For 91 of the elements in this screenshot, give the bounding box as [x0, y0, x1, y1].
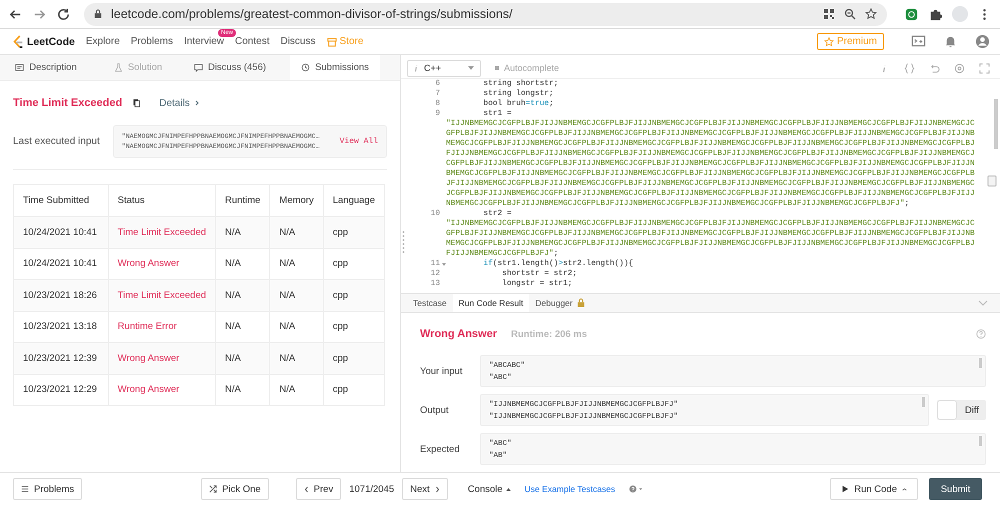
account-icon[interactable]: [975, 34, 990, 49]
table-cell: 10/23/2021 12:39: [14, 342, 108, 374]
qr-code-icon[interactable]: [823, 8, 835, 20]
language-select[interactable]: C++: [407, 60, 481, 77]
store-icon: [326, 36, 336, 46]
page-counter: 1071/2045: [349, 484, 394, 494]
panel-tab[interactable]: Discuss (456): [184, 55, 276, 80]
table-cell: 10/23/2021 18:26: [14, 280, 108, 311]
settings-icon[interactable]: [954, 62, 965, 74]
status-link[interactable]: Time Limit Exceeded: [108, 216, 216, 248]
zoom-icon[interactable]: [844, 8, 856, 20]
run-code-button[interactable]: Run Code: [830, 478, 918, 500]
help-icon[interactable]: [629, 485, 644, 493]
details-link[interactable]: Details: [159, 98, 190, 108]
nav-link[interactable]: Explore: [86, 36, 120, 47]
chevron-right-icon: [434, 486, 440, 492]
chat-icon: [194, 63, 203, 72]
table-cell: N/A: [216, 280, 270, 311]
table-cell: N/A: [270, 280, 324, 311]
playground-icon[interactable]: [911, 34, 926, 49]
table-cell: N/A: [270, 342, 324, 374]
nav-link[interactable]: Contest: [235, 36, 270, 47]
nav-link[interactable]: Interview: [184, 36, 224, 47]
status-link[interactable]: Wrong Answer: [108, 342, 216, 374]
chevron-up-icon: [902, 486, 907, 492]
panel-tab[interactable]: Description: [0, 55, 92, 80]
fold-caret-icon[interactable]: [442, 262, 446, 266]
table-cell: N/A: [216, 374, 270, 406]
star-icon: [824, 36, 834, 46]
nav-link[interactable]: Discuss: [280, 36, 316, 47]
view-all-link[interactable]: View All: [340, 137, 378, 146]
table-cell: cpp: [323, 342, 384, 374]
nav-link[interactable]: Problems: [130, 36, 173, 47]
table-cell: cpp: [323, 216, 384, 248]
url-text: leetcode.com/problems/greatest-common-divisor-of-strings/submissions/: [111, 7, 514, 21]
info-icon: [414, 64, 418, 72]
bell-icon[interactable]: [943, 34, 958, 49]
caret-icon: [506, 488, 511, 490]
panel-tab[interactable]: Submissions: [290, 55, 380, 80]
caret-icon: [468, 66, 474, 70]
submit-button[interactable]: Submit: [929, 478, 982, 500]
help-icon[interactable]: [976, 329, 986, 339]
table-cell: N/A: [216, 216, 270, 248]
console-tab[interactable]: Testcase: [407, 294, 453, 312]
table-cell: 10/24/2021 10:41: [14, 216, 108, 248]
logo-text[interactable]: LeetCode: [27, 36, 75, 48]
star-icon[interactable]: [865, 8, 877, 20]
console-tab[interactable]: Debugger: [529, 294, 591, 312]
input-label: Last executed input: [13, 136, 100, 147]
lock-icon: [576, 298, 585, 308]
chevron-left-icon: [304, 486, 309, 492]
reset-icon[interactable]: [929, 62, 940, 74]
field-label: Output: [420, 404, 450, 416]
reload-icon[interactable]: [56, 6, 71, 22]
table-cell: 10/23/2021 12:29: [14, 374, 108, 406]
field-label: Your input: [420, 366, 464, 376]
copy-icon[interactable]: [132, 98, 142, 108]
table-cell: cpp: [323, 374, 384, 406]
status-link[interactable]: Time Limit Exceeded: [108, 280, 216, 311]
submission-status: Time Limit Exceeded: [13, 97, 122, 109]
address-bar[interactable]: leetcode.com/problems/greatest-common-divisor-of-strings/submissions/: [84, 2, 887, 26]
table-cell: N/A: [216, 342, 270, 374]
next-button[interactable]: Next: [402, 478, 448, 500]
pick-one-button[interactable]: Pick One: [201, 478, 269, 500]
logo-icon[interactable]: [12, 34, 24, 48]
shuffle-icon: [209, 485, 218, 493]
field-label: Expected: [420, 444, 461, 454]
document-icon: [15, 63, 24, 72]
chevron-icon[interactable]: [194, 100, 199, 106]
console-button[interactable]: Console: [468, 484, 511, 494]
status-link[interactable]: Wrong Answer: [108, 374, 216, 406]
clock-icon: [301, 63, 310, 72]
extension-icon[interactable]: [904, 6, 919, 22]
column-header: Time Submitted: [14, 184, 108, 216]
table-cell: N/A: [270, 374, 324, 406]
prev-button[interactable]: Prev: [296, 478, 342, 500]
scrollbar[interactable]: [994, 99, 998, 150]
runtime-text: Runtime: 206 ms: [511, 328, 588, 340]
use-example-testcases-link[interactable]: Use Example Testcases: [524, 484, 616, 494]
lock-icon: [94, 9, 102, 19]
list-icon: [21, 485, 29, 493]
table-cell: N/A: [270, 216, 324, 248]
problems-button[interactable]: Problems: [13, 478, 82, 500]
diff-toggle[interactable]: Diff: [937, 400, 986, 420]
flask-icon: [114, 63, 123, 72]
braces-icon[interactable]: [904, 62, 915, 74]
table-cell: cpp: [323, 280, 384, 311]
play-icon: [841, 485, 850, 493]
result-status: Wrong Answer: [420, 328, 498, 340]
console-tab[interactable]: Run Code Result: [452, 294, 530, 312]
fullscreen-icon[interactable]: [979, 62, 990, 74]
